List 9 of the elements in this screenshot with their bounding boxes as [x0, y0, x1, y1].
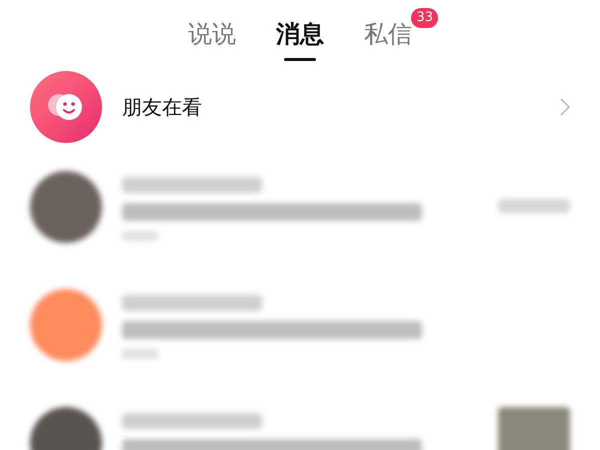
blurred-time: [122, 349, 158, 359]
unread-badge: 33: [411, 8, 438, 28]
tab[interactable]: 私信: [364, 14, 412, 54]
friends-watching-label[interactable]: 朋友在看: [122, 92, 560, 122]
tab[interactable]: 说说: [188, 14, 236, 54]
blurred-time: [122, 231, 158, 241]
tab-underline: [284, 58, 316, 61]
chevron-right-icon: [560, 98, 570, 116]
tab[interactable]: 消息: [276, 14, 324, 54]
